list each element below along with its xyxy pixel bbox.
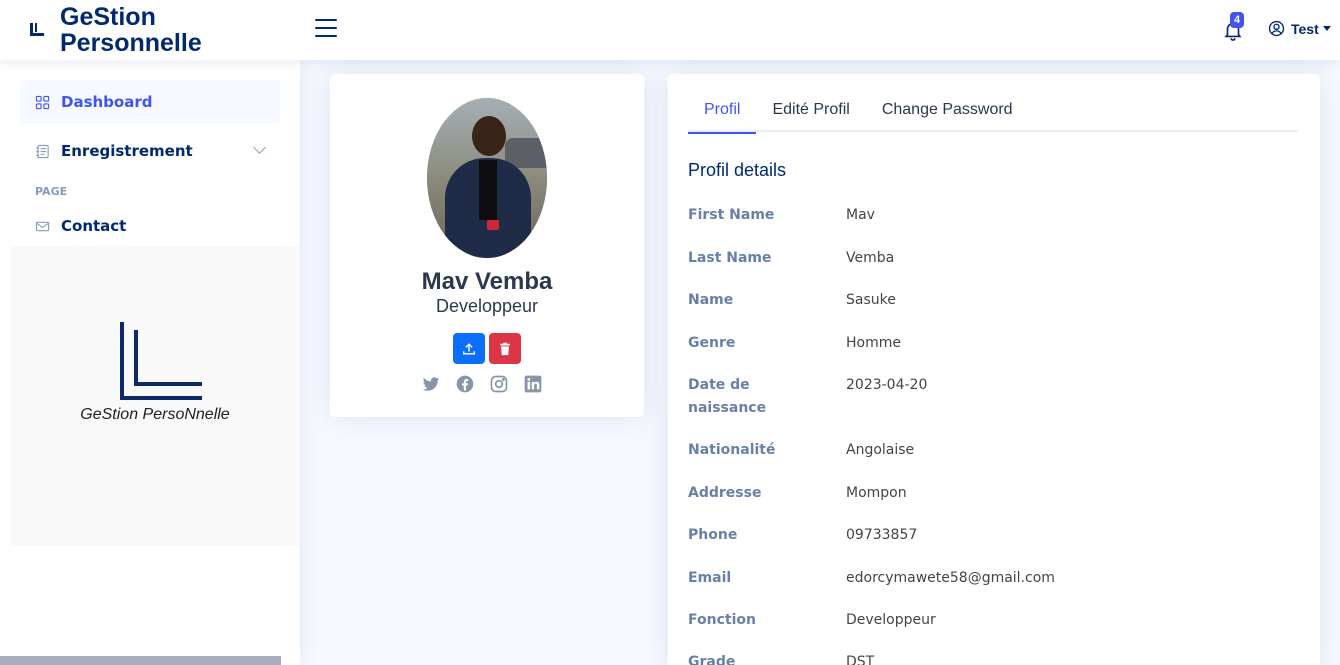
profile-tabs: Profil Edité Profil Change Password bbox=[688, 96, 1298, 134]
detail-value: Mompon bbox=[846, 485, 907, 501]
detail-value: Mav bbox=[846, 207, 875, 223]
detail-value: Vemba bbox=[846, 250, 895, 266]
detail-label: Genre bbox=[688, 335, 736, 351]
section-title: Profil details bbox=[688, 160, 787, 180]
detail-value: Homme bbox=[846, 335, 901, 351]
detail-value: DST bbox=[846, 654, 875, 665]
detail-label: Email bbox=[688, 570, 732, 586]
detail-value: edorcymawete58@gmail.com bbox=[846, 570, 1055, 586]
brand-l-icon bbox=[120, 322, 202, 400]
sidebar-item-enregistrement[interactable]: Enregistrement bbox=[20, 129, 280, 173]
delete-photo-button[interactable] bbox=[489, 333, 521, 364]
detail-label-line2: naissance bbox=[688, 400, 767, 416]
trash-icon bbox=[500, 342, 510, 355]
journal-text-icon bbox=[35, 143, 51, 159]
profile-avatar bbox=[427, 98, 547, 258]
user-name: Test bbox=[1291, 20, 1319, 37]
sidebar-item-dashboard[interactable]: Dashboard bbox=[20, 80, 280, 124]
notification-badge: 4 bbox=[1230, 12, 1245, 28]
detail-label: Last Name bbox=[688, 250, 772, 266]
profile-role: Developpeur bbox=[435, 296, 539, 316]
detail-value: 09733857 bbox=[846, 527, 918, 543]
detail-value: Sasuke bbox=[846, 292, 896, 308]
user-menu[interactable]: Test bbox=[1268, 20, 1331, 37]
detail-label: Grade bbox=[688, 654, 736, 665]
detail-label: Phone bbox=[688, 527, 738, 543]
linkedin-icon[interactable] bbox=[522, 373, 544, 395]
sidebar-item-label: Enregistrement bbox=[61, 142, 193, 160]
detail-label: Name bbox=[688, 292, 734, 308]
sidebar-item-label: Dashboard bbox=[61, 93, 153, 111]
sidebar-item-contact[interactable]: Contact bbox=[20, 204, 280, 248]
top-header: GeStion Personnelle 4 Test bbox=[0, 0, 1340, 60]
profile-details-card: Profil Edité Profil Change Password Prof… bbox=[668, 74, 1320, 665]
sidebar-heading: PAGE bbox=[35, 185, 68, 198]
grid-icon bbox=[35, 94, 51, 110]
sidebar-brand-logo: GeStion PersoNnelle bbox=[10, 246, 300, 546]
envelope-icon bbox=[35, 218, 51, 234]
sidebar: Dashboard Enregistrement PAGE Contact Ge… bbox=[0, 60, 300, 665]
sidebar-scrollbar[interactable] bbox=[0, 656, 281, 665]
tab-profil[interactable]: Profil bbox=[688, 96, 757, 134]
detail-label: Date de naissance bbox=[688, 374, 808, 420]
tab-edit-profil[interactable]: Edité Profil bbox=[756, 96, 865, 132]
sidebar-item-label: Contact bbox=[61, 217, 127, 235]
profile-card: Mav Vemba Developpeur bbox=[330, 74, 644, 417]
brand-caption: GeStion PersoNnelle bbox=[80, 406, 230, 423]
tab-change-password[interactable]: Change Password bbox=[866, 96, 1029, 132]
profile-name: Mav Vemba bbox=[421, 268, 553, 295]
detail-value: Angolaise bbox=[846, 442, 915, 458]
detail-label-line1: Date de bbox=[688, 377, 750, 393]
detail-label: First Name bbox=[688, 207, 775, 223]
detail-label: Nationalité bbox=[688, 442, 776, 458]
chevron-down-icon bbox=[253, 141, 266, 154]
detail-label: Fonction bbox=[688, 612, 756, 628]
brand-title-line2: Personnelle bbox=[60, 29, 202, 57]
social-links bbox=[420, 373, 556, 395]
dropdown-caret-icon bbox=[1322, 26, 1331, 31]
upload-icon bbox=[463, 342, 475, 355]
facebook-icon[interactable] bbox=[454, 373, 476, 395]
twitter-icon[interactable] bbox=[420, 373, 442, 395]
detail-value: 2023-04-20 bbox=[846, 377, 928, 393]
user-circle-icon bbox=[1268, 20, 1285, 37]
detail-value: Developpeur bbox=[846, 612, 936, 628]
brand-title-line1: GeStion bbox=[60, 3, 156, 31]
instagram-icon[interactable] bbox=[488, 373, 510, 395]
logo-icon bbox=[28, 21, 46, 39]
detail-label: Addresse bbox=[688, 485, 762, 501]
upload-photo-button[interactable] bbox=[453, 333, 485, 364]
brand-logo[interactable]: GeStion Personnelle bbox=[28, 4, 202, 56]
brand-title: GeStion Personnelle bbox=[60, 4, 202, 56]
menu-toggle-icon[interactable] bbox=[315, 19, 337, 39]
